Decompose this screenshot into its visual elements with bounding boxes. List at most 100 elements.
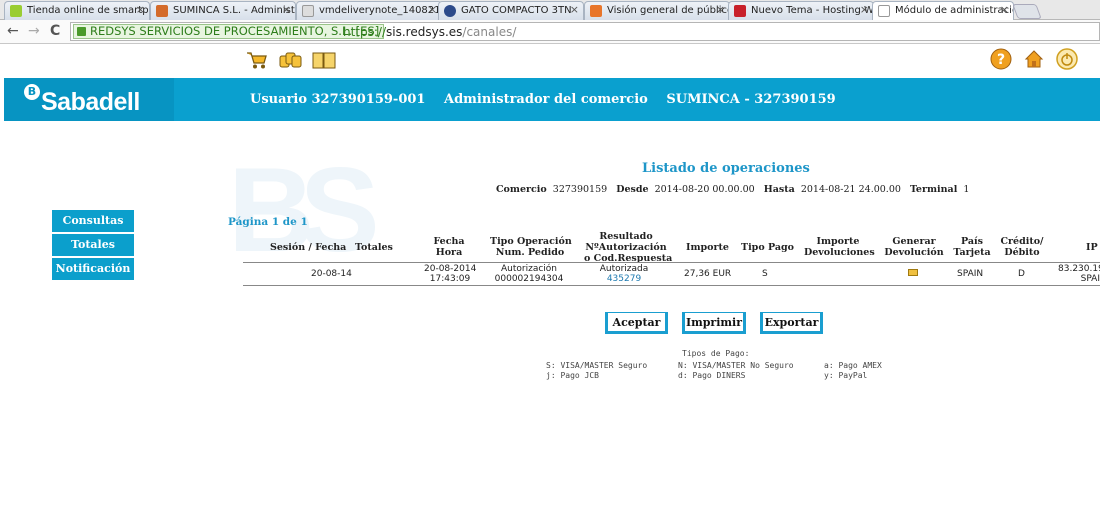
tab-label: GATO COMPACTO 3TN (461, 5, 572, 16)
exportar-button[interactable]: Exportar (760, 312, 823, 334)
url-path: /canales/ (462, 25, 517, 39)
desde-filter-label: Desde (616, 184, 649, 195)
table-header-divider (243, 262, 1100, 263)
pagination-info: Página 1 de 1 (228, 216, 308, 228)
svg-text:?: ? (997, 52, 1005, 68)
favicon-icon (10, 5, 22, 17)
comercio-filter-value: 327390159 (552, 184, 608, 195)
legend-item-a: a: Pago AMEX (824, 361, 882, 370)
cell-importe: 27,36 EUR (684, 269, 732, 279)
logo-text: Sabadell (41, 88, 140, 116)
tab-label: Nuevo Tema - Hosting W (751, 5, 874, 16)
cell-hora: 17:43:09 (429, 274, 471, 284)
header-line: Importe (816, 236, 860, 247)
coins-icon[interactable] (278, 50, 302, 70)
home-icon[interactable] (1023, 48, 1045, 68)
table-row-divider (243, 285, 1100, 286)
cell-tipo-pago: S (762, 269, 768, 279)
book-icon[interactable] (311, 50, 337, 70)
column-header-importe-devoluciones: Importe Devoluciones (804, 236, 875, 258)
cell-ip: 83.230.19 SPAI (1058, 264, 1100, 284)
help-icon[interactable]: ? (990, 48, 1012, 70)
browser-tab[interactable]: Visión general de público × (584, 1, 730, 20)
tab-label: Tienda online de smartph (27, 5, 150, 16)
header-line: Hora (435, 247, 463, 258)
cell-ip-address: 83.230.19 (1058, 264, 1100, 274)
user-info: Usuario 327390159-001 Administrador del … (250, 92, 850, 107)
terminal-filter-label: Terminal (909, 184, 958, 195)
sabadell-logo[interactable]: B Sabadell (4, 78, 174, 121)
browser-tab[interactable]: SUMINCA S.L. - Administ × (150, 1, 296, 20)
cell-resultado-text: Autorizada (599, 264, 649, 274)
imprimir-button[interactable]: Imprimir (682, 312, 746, 334)
column-header-importe: Importe (686, 242, 729, 253)
close-icon[interactable]: × (570, 3, 579, 16)
comercio-filter-label: Comercio (496, 184, 547, 195)
forward-icon[interactable]: → (28, 23, 40, 39)
sidebar-item-consultas[interactable]: Consultas (52, 210, 134, 232)
back-icon[interactable]: ← (7, 23, 19, 39)
cell-autorizacion-link[interactable]: 435279 (596, 274, 652, 284)
terminal-filter-value: 1 (963, 184, 970, 195)
desde-filter-value: 2014-08-20 00.00.00 (654, 184, 755, 195)
power-icon[interactable] (1056, 48, 1078, 70)
browser-tab[interactable]: Nuevo Tema - Hosting W × (728, 1, 874, 20)
page-title: Listado de operaciones (642, 161, 810, 176)
header-line: Num. Pedido (495, 247, 565, 258)
browser-tab[interactable]: vmdeliverynote_1408217e × (296, 1, 442, 20)
favicon-icon (878, 5, 890, 17)
cell-sesion-fecha[interactable]: 20-08-14 (311, 269, 352, 279)
header-line: NºAutorización (585, 242, 667, 253)
column-header-ip: IP (1086, 242, 1098, 253)
new-tab-button[interactable] (1012, 4, 1042, 19)
column-header-sesion: Sesión / Fecha (270, 242, 347, 253)
column-header-credito-debito: Crédito/ Débito (1000, 236, 1044, 258)
cell-pedido: 000002194304 (494, 274, 564, 284)
legend-item-n: N: VISA/MASTER No Seguro (678, 361, 794, 370)
browser-tab-active[interactable]: Módulo de administració × (872, 1, 1014, 21)
column-header-resultado: Resultado NºAutorización o Cod.Respuesta (584, 231, 672, 264)
security-badge[interactable]: REDSYS SERVICIOS DE PROCESAMIENTO, S.L. … (73, 24, 385, 39)
url-input[interactable]: REDSYS SERVICIOS DE PROCESAMIENTO, S.L. … (70, 22, 1100, 41)
column-header-tipo-operacion: Tipo Operación Num. Pedido (490, 236, 572, 258)
sidebar-item-totales[interactable]: Totales (52, 234, 134, 256)
security-label: REDSYS SERVICIOS DE PROCESAMIENTO, S.L. … (90, 24, 380, 38)
close-icon[interactable]: × (282, 3, 291, 16)
browser-tab-bar: Tienda online de smartph × SUMINCA S.L. … (0, 0, 1100, 21)
header-line: Generar (892, 236, 936, 247)
cell-fecha: 20-08-2014 (424, 264, 477, 274)
hasta-filter-value: 2014-08-21 24.00.00 (800, 184, 901, 195)
sidebar-item-notificacion[interactable]: Notificación (52, 258, 134, 280)
cart-icon[interactable] (246, 50, 268, 70)
close-icon[interactable]: × (716, 3, 725, 16)
browser-tab[interactable]: GATO COMPACTO 3TN × (438, 1, 584, 20)
favicon-icon (734, 5, 746, 17)
generar-devolucion-icon[interactable] (908, 269, 918, 276)
column-header-fecha: Fecha Hora (424, 236, 474, 258)
rol-label: Administrador del comercio (444, 92, 648, 107)
close-icon[interactable]: × (428, 3, 437, 16)
close-icon[interactable]: × (136, 3, 145, 16)
tab-label: Módulo de administració (895, 5, 1014, 16)
url-scheme: https:// (343, 25, 387, 39)
aceptar-button[interactable]: Aceptar (605, 312, 668, 334)
tab-label: vmdeliverynote_1408217e (319, 5, 442, 16)
column-header-tipo-pago: Tipo Pago (741, 242, 794, 253)
cell-ip-pais: SPAI (1080, 274, 1100, 284)
logo-mark: B (24, 84, 40, 100)
column-header-totales: Totales (355, 242, 393, 253)
header-line: Crédito/ (1000, 236, 1044, 247)
address-bar: ← → C REDSYS SERVICIOS DE PROCESAMIENTO,… (0, 20, 1100, 44)
close-icon[interactable]: × (1000, 3, 1009, 16)
reload-icon[interactable]: C (50, 23, 60, 39)
tab-label: Visión general de público (607, 5, 730, 16)
browser-tab[interactable]: Tienda online de smartph × (4, 1, 150, 20)
close-icon[interactable]: × (860, 3, 869, 16)
legend-item-d: d: Pago DINERS (678, 371, 746, 380)
header-line: Devoluciones (804, 247, 875, 258)
column-header-pais: País Tarjeta (952, 236, 992, 258)
usuario-label: Usuario 327390159-001 (250, 92, 426, 107)
comercio-label: SUMINCA - 327390159 (666, 92, 836, 107)
filter-summary: Comercio 327390159 Desde 2014-08-20 00.0… (496, 184, 975, 195)
cell-tipo-operacion: Autorización 000002194304 (494, 264, 564, 284)
